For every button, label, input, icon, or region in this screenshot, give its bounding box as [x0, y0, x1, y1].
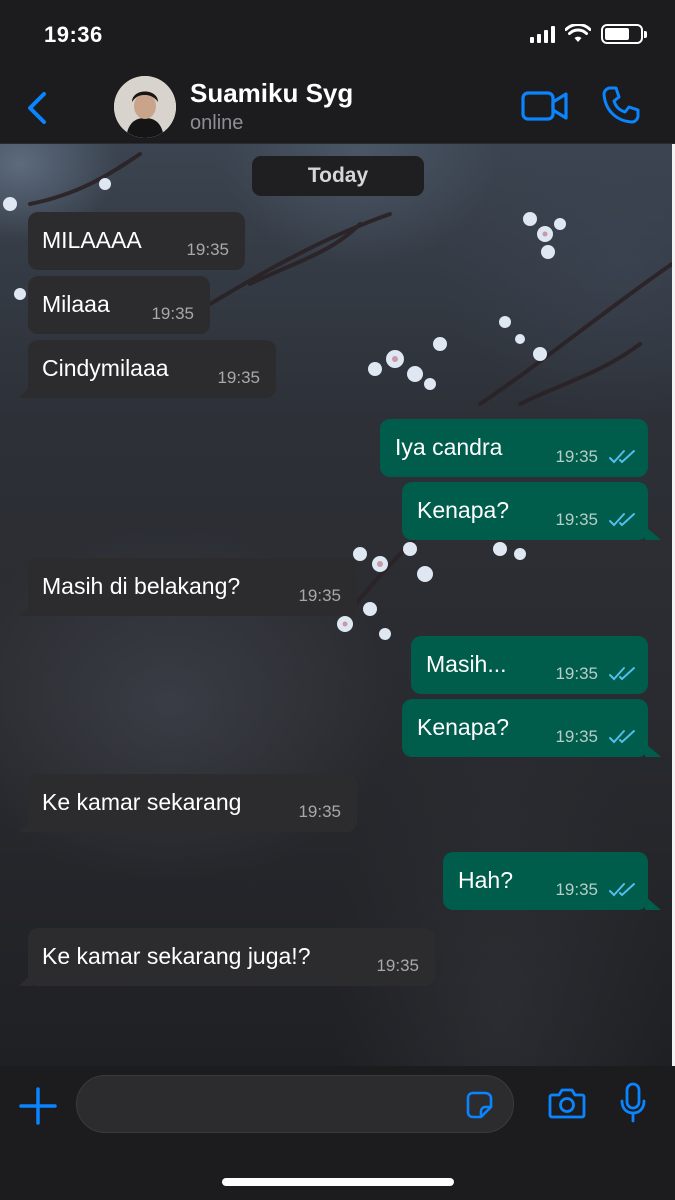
- message-bubble-incoming[interactable]: Ke kamar sekarang 19:35: [19, 774, 357, 832]
- double-check-icon: [609, 667, 635, 681]
- message-bubble-incoming[interactable]: MILAAAA 19:35: [28, 212, 245, 270]
- bubble-tail: [645, 896, 661, 910]
- date-separator: Today: [252, 156, 424, 196]
- message-time: 19:35: [555, 664, 598, 683]
- message-time: 19:35: [186, 240, 229, 259]
- microphone-icon[interactable]: [619, 1082, 647, 1124]
- message-bubble-outgoing[interactable]: Hah? 19:35: [443, 852, 661, 910]
- status-bar: 19:36: [0, 0, 675, 70]
- message-text: Masih di belakang?: [42, 573, 241, 599]
- message-bubble-incoming[interactable]: Masih di belakang? 19:35: [19, 558, 357, 616]
- message-text: Ke kamar sekarang: [42, 789, 242, 815]
- wifi-icon: [565, 24, 591, 42]
- message-input[interactable]: [76, 1075, 514, 1133]
- bubble-tail: [19, 972, 33, 986]
- chevron-left-icon[interactable]: [22, 88, 52, 128]
- bubble-tail: [645, 743, 661, 757]
- sticker-icon[interactable]: [464, 1090, 494, 1120]
- home-indicator: [222, 1178, 454, 1186]
- camera-icon[interactable]: [548, 1086, 586, 1120]
- message-text: Ke kamar sekarang juga!?: [42, 943, 311, 969]
- message-time: 19:35: [217, 368, 260, 387]
- double-check-icon: [609, 730, 635, 744]
- message-text: Masih...: [426, 651, 507, 677]
- double-check-icon: [609, 450, 635, 464]
- message-time: 19:35: [555, 447, 598, 466]
- bubble-tail: [19, 602, 33, 616]
- chat-header: Suamiku Syg online: [0, 70, 675, 144]
- message-time: 19:35: [376, 956, 419, 975]
- message-bubble-outgoing[interactable]: Kenapa? 19:35: [402, 699, 661, 757]
- bubble-tail: [19, 384, 33, 398]
- double-check-icon: [609, 883, 635, 897]
- message-bubble-outgoing[interactable]: Masih... 19:35: [411, 636, 648, 694]
- message-text: Milaaa: [42, 291, 110, 317]
- composer-bar: [0, 1066, 675, 1200]
- plus-icon[interactable]: [18, 1086, 58, 1126]
- message-bubble-incoming[interactable]: Cindymilaaa 19:35: [19, 340, 276, 398]
- status-time: 19:36: [44, 22, 103, 47]
- message-bubble-outgoing[interactable]: Kenapa? 19:35: [402, 482, 661, 540]
- message-text: Cindymilaaa: [42, 355, 169, 381]
- bubble-tail: [645, 526, 661, 540]
- message-time: 19:35: [555, 727, 598, 746]
- video-camera-icon[interactable]: [520, 88, 570, 124]
- message-bubble-outgoing[interactable]: Iya candra 19:35: [380, 419, 648, 477]
- cellular-signal-icon: [530, 25, 555, 43]
- battery-icon: [601, 24, 647, 44]
- message-bubble-incoming[interactable]: Milaaa 19:35: [28, 276, 210, 334]
- message-text: Hah?: [458, 867, 513, 893]
- message-time: 19:35: [555, 880, 598, 899]
- message-text: Kenapa?: [417, 497, 510, 523]
- message-time: 19:35: [298, 802, 341, 821]
- message-text: Kenapa?: [417, 714, 510, 740]
- message-time: 19:35: [555, 510, 598, 529]
- message-time: 19:35: [151, 304, 194, 323]
- contact-status: online: [190, 112, 244, 134]
- message-time: 19:35: [298, 586, 341, 605]
- phone-icon[interactable]: [600, 84, 642, 126]
- avatar[interactable]: [114, 76, 176, 138]
- status-icons: [530, 24, 647, 44]
- double-check-icon: [609, 513, 635, 527]
- message-bubble-incoming[interactable]: Ke kamar sekarang juga!? 19:35: [19, 928, 435, 986]
- bubble-tail: [19, 818, 33, 832]
- contact-name[interactable]: Suamiku Syg: [190, 78, 353, 109]
- message-text: MILAAAA: [42, 227, 142, 253]
- message-text: Iya candra: [395, 434, 503, 460]
- chat-area[interactable]: Today MILAAAA 19:35 Milaaa 19:35 Cindymi…: [0, 144, 672, 1066]
